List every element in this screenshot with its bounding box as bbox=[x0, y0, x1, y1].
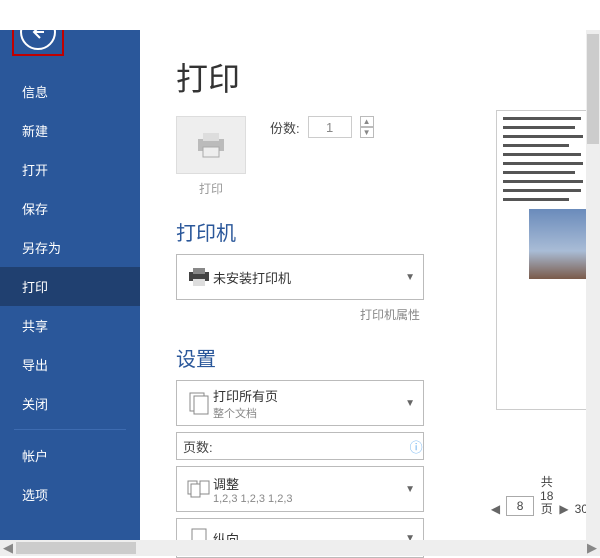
vertical-scrollbar[interactable] bbox=[586, 30, 600, 540]
horizontal-scrollbar[interactable]: ◀ ▶ bbox=[0, 540, 600, 556]
collate-dropdown[interactable]: 调整 1,2,3 1,2,3 1,2,3 ▼ bbox=[176, 466, 424, 512]
pages-icon bbox=[185, 391, 213, 415]
sidebar-item-print[interactable]: 打印 bbox=[0, 267, 140, 306]
printer-dd-icon bbox=[185, 267, 213, 287]
print-scope-main: 打印所有页 bbox=[213, 389, 278, 404]
page-heading: 打印 bbox=[176, 54, 600, 100]
collate-icon bbox=[185, 478, 213, 500]
print-preview bbox=[496, 110, 588, 410]
copies-up[interactable]: ▲ bbox=[360, 116, 374, 127]
print-scope-dropdown[interactable]: 打印所有页 整个文档 ▼ bbox=[176, 380, 424, 426]
sidebar-item-new[interactable]: 新建 bbox=[0, 111, 140, 150]
sidebar-item-share[interactable]: 共享 bbox=[0, 306, 140, 345]
sidebar-menu: 信息 新建 打开 保存 另存为 打印 共享 导出 关闭 帐户 选项 bbox=[0, 72, 140, 514]
content-pane: 打印 打印 份数: 1 ▲ ▼ 打印机 未安装打印机 ▼ 打印机属性 设置 bbox=[140, 0, 600, 540]
preview-image-placeholder bbox=[529, 209, 588, 279]
pager-total: 18 bbox=[540, 490, 553, 503]
chevron-down-icon: ▼ bbox=[405, 398, 415, 409]
sidebar: 信息 新建 打开 保存 另存为 打印 共享 导出 关闭 帐户 选项 bbox=[0, 0, 140, 540]
pager-total-label: 共 bbox=[541, 476, 553, 489]
print-button[interactable]: 打印 bbox=[176, 116, 246, 197]
scroll-right-button[interactable]: ▶ bbox=[584, 540, 600, 556]
print-scope-sub: 整个文档 bbox=[213, 405, 405, 421]
info-icon[interactable]: ⓘ bbox=[404, 437, 429, 456]
prev-page-button[interactable]: ◀ bbox=[491, 502, 500, 516]
pages-field[interactable]: 页数: ⓘ bbox=[176, 432, 424, 460]
sidebar-item-export[interactable]: 导出 bbox=[0, 345, 140, 384]
copies-down[interactable]: ▼ bbox=[360, 127, 374, 138]
chevron-down-icon: ▼ bbox=[405, 272, 415, 283]
sidebar-item-info[interactable]: 信息 bbox=[0, 72, 140, 111]
sidebar-item-open[interactable]: 打开 bbox=[0, 150, 140, 189]
print-button-label: 打印 bbox=[176, 180, 246, 197]
copies-label: 份数: bbox=[270, 118, 300, 137]
pages-input[interactable] bbox=[219, 435, 404, 457]
horizontal-scroll-thumb[interactable] bbox=[16, 542, 136, 554]
printer-dropdown[interactable]: 未安装打印机 ▼ bbox=[176, 254, 424, 300]
sidebar-item-close[interactable]: 关闭 bbox=[0, 384, 140, 423]
sidebar-item-saveas[interactable]: 另存为 bbox=[0, 228, 140, 267]
printer-properties-link[interactable]: 打印机属性 bbox=[140, 306, 424, 323]
sidebar-item-options[interactable]: 选项 bbox=[0, 475, 140, 514]
printer-icon bbox=[194, 131, 228, 159]
next-page-button[interactable]: ▶ bbox=[559, 502, 568, 516]
current-page[interactable]: 8 bbox=[506, 496, 534, 516]
scroll-left-button[interactable]: ◀ bbox=[0, 540, 16, 556]
sidebar-item-account[interactable]: 帐户 bbox=[0, 436, 140, 475]
printer-name: 未安装打印机 bbox=[213, 268, 405, 287]
copies-input[interactable]: 1 bbox=[308, 116, 352, 138]
collate-sub: 1,2,3 1,2,3 1,2,3 bbox=[213, 493, 405, 505]
chevron-down-icon: ▼ bbox=[405, 484, 415, 495]
pager: ◀ 8 共 18 页 ▶ 30 bbox=[491, 476, 588, 516]
vertical-scroll-thumb[interactable] bbox=[587, 34, 599, 144]
pages-label: 页数: bbox=[177, 437, 219, 456]
sidebar-separator bbox=[14, 429, 126, 430]
pager-unit: 页 bbox=[541, 503, 553, 516]
collate-main: 调整 bbox=[213, 477, 239, 492]
sidebar-item-save[interactable]: 保存 bbox=[0, 189, 140, 228]
